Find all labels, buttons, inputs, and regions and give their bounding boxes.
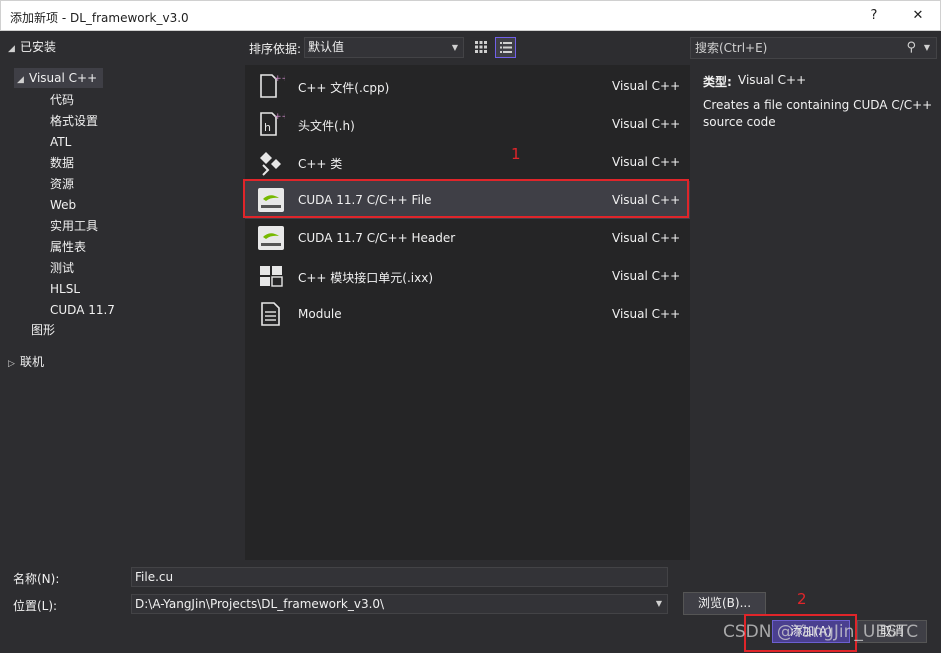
- annotation-1: 1: [511, 145, 521, 163]
- module-file-icon: [261, 302, 280, 326]
- tree-node-utility[interactable]: 实用工具: [50, 216, 98, 236]
- search-input[interactable]: 搜索(Ctrl+E) ⚲ ▼: [690, 37, 937, 59]
- template-item[interactable]: CUDA 11.7 C/C++ Header Visual C++: [245, 219, 690, 257]
- tree-node-hlsl[interactable]: HLSL: [50, 279, 80, 299]
- name-label: 名称(N):: [13, 572, 60, 586]
- sort-value: 默认值: [308, 40, 345, 54]
- location-field[interactable]: D:\A-YangJin\Projects\DL_framework_v3.0\…: [131, 594, 668, 614]
- collapse-arrow-icon[interactable]: ◢: [8, 39, 20, 59]
- svg-text:h: h: [264, 121, 271, 134]
- tree-label: Visual C++: [29, 71, 98, 85]
- close-button[interactable]: ✕: [903, 4, 933, 28]
- template-name: Module: [298, 307, 342, 321]
- tree-label: 已安装: [20, 40, 57, 54]
- template-info-panel: 类型: Visual C++ Creates a file containing…: [690, 65, 941, 560]
- tree-node-graphics[interactable]: 图形: [31, 320, 55, 340]
- window-title: 添加新项 - DL_framework_v3.0: [10, 11, 189, 25]
- tree-node-property-sheets[interactable]: 属性表: [50, 237, 86, 257]
- template-name: C++ 类: [298, 157, 343, 171]
- template-name: C++ 文件(.cpp): [298, 81, 390, 95]
- svg-text:++: ++: [274, 112, 285, 122]
- tree-node-online[interactable]: ▷ 联机: [8, 352, 44, 372]
- template-language: Visual C++: [612, 269, 681, 283]
- search-icon[interactable]: ⚲: [906, 38, 916, 58]
- template-language: Visual C++: [612, 117, 681, 131]
- name-value: File.cu: [135, 570, 174, 584]
- tree-label: 联机: [20, 355, 45, 369]
- category-tree: ◢ 已安装 ◢ Visual C++ 代码 格式设置 ATL 数据 资源 Web 实…: [0, 32, 244, 560]
- help-button[interactable]: ?: [859, 4, 889, 28]
- template-name: 头文件(.h): [298, 119, 355, 133]
- tree-node-code[interactable]: 代码: [50, 90, 74, 110]
- search-placeholder: 搜索(Ctrl+E): [695, 41, 768, 55]
- tree-node-formatting[interactable]: 格式设置: [50, 111, 98, 131]
- cpp-file-icon: ++: [260, 74, 285, 98]
- template-list: ++ C++ 文件(.cpp) Visual C++ h ++ 头文件(.h) …: [245, 65, 690, 560]
- chevron-down-icon[interactable]: ▼: [656, 595, 662, 613]
- sort-select[interactable]: 默认值 ▼: [304, 37, 464, 58]
- location-label: 位置(L):: [13, 599, 58, 613]
- title-bar: 添加新项 - DL_framework_v3.0 ? ✕: [0, 0, 941, 31]
- list-view-icon: [499, 42, 512, 53]
- tree-node-atl[interactable]: ATL: [50, 132, 71, 152]
- tree-node-test[interactable]: 测试: [50, 258, 74, 278]
- expand-arrow-icon[interactable]: ▷: [8, 354, 20, 374]
- tree-node-web[interactable]: Web: [50, 195, 76, 215]
- template-item[interactable]: Module Visual C++: [245, 295, 690, 333]
- template-name: C++ 模块接口单元(.ixx): [298, 271, 434, 285]
- template-description: Creates a file containing CUDA C/C++ sou…: [703, 98, 933, 129]
- template-language: Visual C++: [612, 307, 681, 321]
- tree-node-installed[interactable]: ◢ 已安装: [8, 37, 56, 57]
- sort-label: 排序依据:: [249, 42, 302, 56]
- nvidia-icon: [258, 226, 284, 250]
- template-name: CUDA 11.7 C/C++ Header: [298, 231, 456, 245]
- browse-button[interactable]: 浏览(B)...: [683, 592, 766, 615]
- tree-node-resources[interactable]: 资源: [50, 174, 74, 194]
- chevron-down-icon: ▼: [451, 43, 458, 52]
- template-item[interactable]: C++ 类 Visual C++: [245, 143, 690, 181]
- tree-node-data[interactable]: 数据: [50, 153, 74, 173]
- tree-node-cuda[interactable]: CUDA 11.7: [50, 300, 115, 320]
- grid-view-button[interactable]: [470, 37, 491, 58]
- template-item[interactable]: C++ 模块接口单元(.ixx) Visual C++: [245, 257, 690, 295]
- template-item[interactable]: ++ C++ 文件(.cpp) Visual C++: [245, 67, 690, 105]
- template-language: Visual C++: [612, 79, 681, 93]
- location-value: D:\A-YangJin\Projects\DL_framework_v3.0\: [135, 597, 385, 611]
- collapse-arrow-icon[interactable]: ◢: [17, 70, 29, 90]
- chevron-down-icon[interactable]: ▼: [924, 38, 930, 58]
- watermark: CSDN @YangJin_UESTC: [723, 622, 919, 642]
- template-item[interactable]: h ++ 头文件(.h) Visual C++: [245, 105, 690, 143]
- tree-node-visual-cpp[interactable]: ◢ Visual C++: [14, 68, 104, 90]
- header-file-icon: h ++: [260, 112, 285, 136]
- template-language: Visual C++: [612, 155, 681, 169]
- class-icon: [260, 152, 281, 176]
- type-label: 类型:: [703, 75, 732, 89]
- type-value: Visual C++: [738, 73, 807, 87]
- annotation-2: 2: [797, 590, 807, 608]
- selection-highlight-box: [243, 179, 689, 218]
- grid-view-icon: [474, 41, 487, 53]
- name-field[interactable]: File.cu: [131, 567, 668, 587]
- list-view-button[interactable]: [495, 37, 516, 58]
- module-interface-icon: [260, 266, 283, 287]
- svg-text:++: ++: [274, 74, 285, 84]
- template-language: Visual C++: [612, 231, 681, 245]
